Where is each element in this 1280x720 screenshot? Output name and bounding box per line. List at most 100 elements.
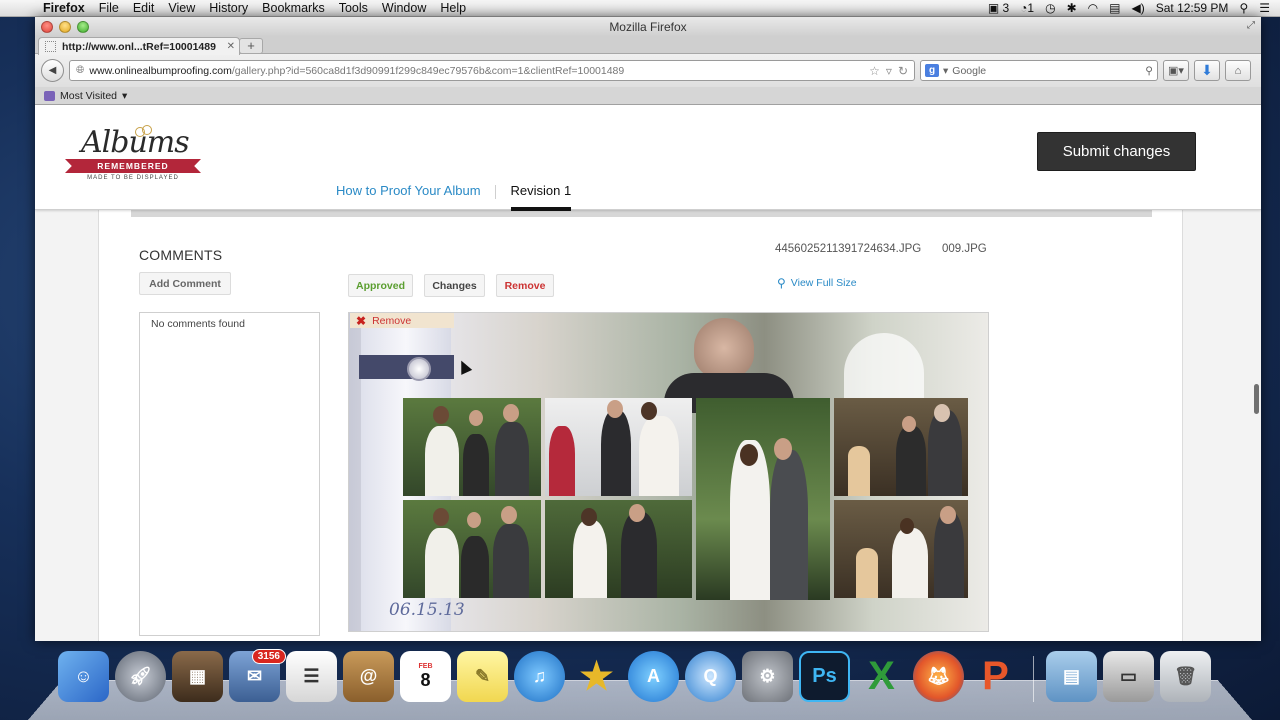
menu-file[interactable]: File <box>92 1 126 15</box>
quicktime-icon[interactable]: Q <box>685 651 736 702</box>
most-visited-folder[interactable]: Most Visited <box>60 90 117 102</box>
remove-page-tag[interactable]: ✖ Remove <box>350 313 454 328</box>
system-preferences-icon[interactable]: ⚙ <box>742 651 793 702</box>
back-button[interactable]: ◀ <box>41 59 64 82</box>
comments-heading: COMMENTS <box>139 247 223 263</box>
notification-center-icon[interactable]: ☰ <box>1259 1 1270 15</box>
url-text[interactable]: www.onlinealbumproofing.com/gallery.php?… <box>89 65 864 77</box>
search-icon[interactable]: ⚲ <box>1145 65 1153 77</box>
menu-edit[interactable]: Edit <box>126 1 162 15</box>
time-machine-icon[interactable]: ◷ <box>1045 1 1055 15</box>
menu-help[interactable]: Help <box>433 1 473 15</box>
nav-divider <box>494 185 496 199</box>
proof-panel: COMMENTS Add Comment No comments found A… <box>98 210 1183 641</box>
trash-icon[interactable]: 🗑︎ <box>1160 651 1211 702</box>
navigation-toolbar: ◀ 🌐︎ www.onlinealbumproofing.com/gallery… <box>35 54 1261 87</box>
collage-photo-7[interactable] <box>834 500 968 598</box>
menu-view[interactable]: View <box>161 1 202 15</box>
adobe-status-icon[interactable]: ▣ 3 <box>988 1 1009 15</box>
itunes-icon[interactable]: ♫ <box>514 651 565 702</box>
fullscreen-icon[interactable]: ⤢ <box>1247 20 1255 31</box>
window-title: Mozilla Firefox <box>609 19 687 34</box>
imovie-icon[interactable]: ★ <box>571 651 622 702</box>
collage-photo-6[interactable] <box>545 500 692 598</box>
menu-tools[interactable]: Tools <box>332 1 375 15</box>
candle-date: 06.15.13 <box>389 600 465 620</box>
photoshop-icon[interactable]: Ps <box>799 651 850 702</box>
bluetooth-icon[interactable]: ✱ <box>1067 1 1077 15</box>
minimize-window-button[interactable] <box>59 20 71 33</box>
remove-button[interactable]: Remove <box>496 274 554 297</box>
changes-button[interactable]: Changes <box>424 274 485 297</box>
title-bar[interactable]: Mozilla Firefox ⤢ <box>35 17 1261 36</box>
approved-button[interactable]: Approved <box>348 274 413 297</box>
wifi-icon[interactable]: ◠ <box>1088 1 1098 15</box>
most-visited-icon <box>44 90 55 101</box>
tab-strip: http://www.onl...tRef=10001489 ✕ + <box>35 36 1261 55</box>
notification-status-icon[interactable]: ◔1 <box>1020 1 1034 15</box>
contacts-icon[interactable]: @ <box>343 651 394 702</box>
spotlight-icon[interactable]: ⚲ <box>1239 1 1248 15</box>
firefox-icon[interactable]: 🦊︎ <box>913 651 964 702</box>
window-controls <box>35 20 89 33</box>
collage-photo-3[interactable] <box>696 398 830 600</box>
powerpoint-icon[interactable]: P <box>970 651 1021 702</box>
url-bar[interactable]: 🌐︎ www.onlinealbumproofing.com/gallery.p… <box>69 60 915 81</box>
chevron-down-icon[interactable]: ▾ <box>122 90 127 102</box>
image-capture-icon[interactable]: ▦ <box>172 651 223 702</box>
page-scrollbar-thumb[interactable] <box>1254 384 1259 414</box>
favicon-icon <box>45 41 56 52</box>
app-store-icon[interactable]: A <box>628 651 679 702</box>
calendar-day: 8 <box>420 669 431 690</box>
mail-icon[interactable]: ✉ 3156 <box>229 649 286 702</box>
google-engine-icon[interactable]: g <box>925 64 939 77</box>
stickies-icon[interactable]: ✎ <box>457 651 508 702</box>
submit-changes-button[interactable]: Submit changes <box>1037 132 1196 171</box>
tab-revision-1[interactable]: Revision 1 <box>510 183 572 211</box>
flag-icon[interactable]: ▤ <box>1109 1 1120 15</box>
menu-history[interactable]: History <box>202 1 255 15</box>
engine-dropdown-icon[interactable]: ▾ <box>943 65 948 77</box>
site-identity-icon[interactable]: 🌐︎ <box>76 64 84 77</box>
calendar-icon[interactable]: FEB 8 <box>400 651 451 702</box>
excel-icon[interactable]: X <box>856 651 907 702</box>
dock-separator <box>1033 656 1034 702</box>
bookmark-star-icon[interactable]: ☆ <box>869 64 880 78</box>
no-comments-text: No comments found <box>151 318 245 330</box>
collage-photo-2[interactable] <box>545 398 692 496</box>
zoom-window-button[interactable] <box>77 20 89 33</box>
close-window-button[interactable] <box>41 20 53 33</box>
download-icon[interactable]: ⬇ <box>1194 60 1220 81</box>
menu-bookmarks[interactable]: Bookmarks <box>255 1 332 15</box>
tab-active[interactable]: http://www.onl...tRef=10001489 ✕ <box>38 37 240 55</box>
collage-photo-1[interactable] <box>403 398 541 496</box>
home-icon[interactable]: ⌂ <box>1225 60 1251 81</box>
downloads-stack-icon[interactable]: ▭ <box>1103 651 1154 702</box>
how-to-proof-link[interactable]: How to Proof Your Album <box>336 183 495 198</box>
volume-icon[interactable]: ◀) <box>1131 1 1144 15</box>
new-tab-button[interactable]: + <box>239 38 263 54</box>
albums-remembered-logo[interactable]: Albums REMEMBERED MADE TO BE DISPLAYED <box>65 125 201 187</box>
extensions-button[interactable]: ▣▾ <box>1163 60 1189 81</box>
launchpad-icon[interactable]: 🚀︎ <box>115 651 166 702</box>
menu-app-name[interactable]: Firefox <box>36 1 92 15</box>
reminders-icon[interactable]: ☰ <box>286 651 337 702</box>
mac-menu-bar: Firefox File Edit View History Bookmarks… <box>0 0 1280 17</box>
clock[interactable]: Sat 12:59 PM <box>1156 1 1229 15</box>
tab-close-icon[interactable]: ✕ <box>227 41 235 52</box>
background-groom-head <box>694 318 754 378</box>
album-spread-image[interactable]: 06.15.13 ✖ Remove <box>348 312 989 632</box>
logo-tagline: MADE TO BE DISPLAYED <box>87 175 179 181</box>
finder-icon[interactable]: ☺ <box>58 651 109 702</box>
documents-folder-icon[interactable]: ▤ <box>1046 651 1097 702</box>
collage-photo-5[interactable] <box>403 500 541 598</box>
search-placeholder: Google <box>952 64 987 77</box>
menu-window[interactable]: Window <box>375 1 433 15</box>
reload-icon[interactable]: ↻ <box>898 64 908 78</box>
search-bar[interactable]: g ▾ Google ⚲ <box>920 60 1158 81</box>
collage-photo-4[interactable] <box>834 398 968 496</box>
view-full-size-link[interactable]: ⚲ View Full Size <box>777 276 857 290</box>
logo-ribbon: REMEMBERED <box>65 159 201 173</box>
add-comment-button[interactable]: Add Comment <box>139 272 231 295</box>
url-dropdown-icon[interactable]: ▿ <box>886 64 892 78</box>
